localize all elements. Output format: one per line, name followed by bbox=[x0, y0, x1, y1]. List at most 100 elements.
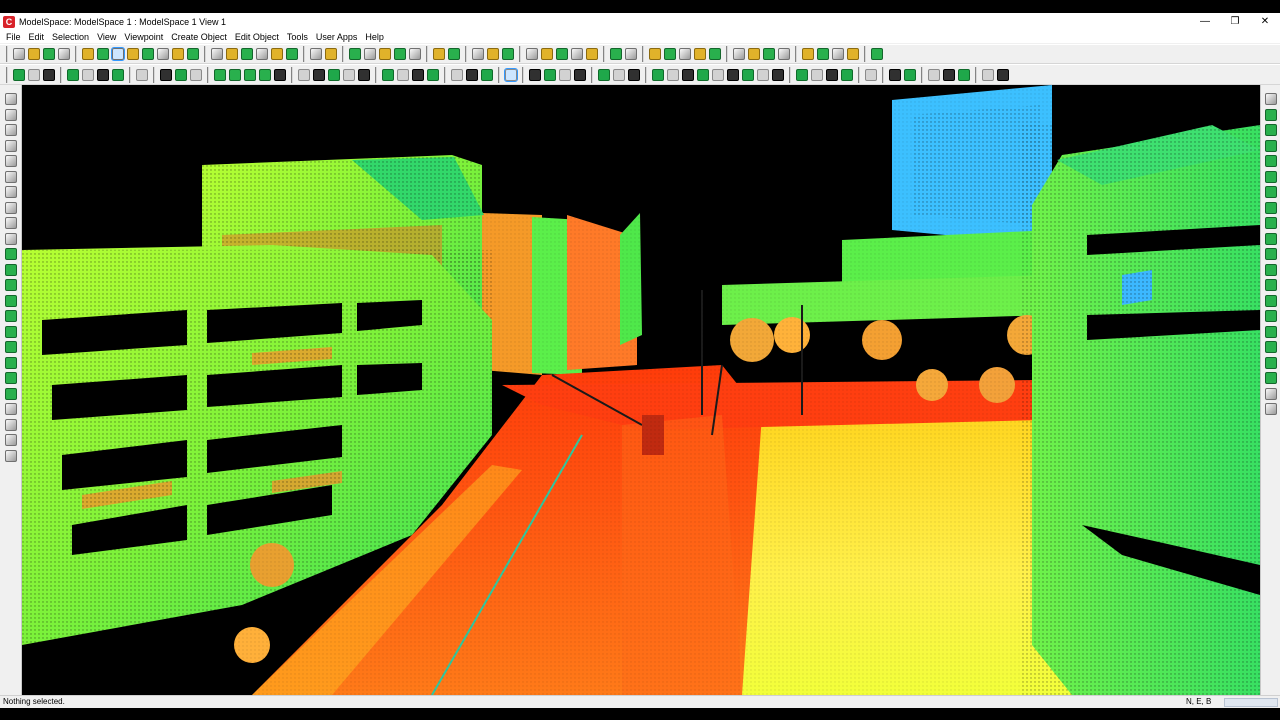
vertex-7-icon[interactable] bbox=[1265, 201, 1277, 214]
pencil-right-icon[interactable] bbox=[1265, 93, 1277, 105]
line-green-9-icon[interactable] bbox=[5, 372, 17, 384]
probe-icon[interactable] bbox=[585, 48, 598, 60]
green-square-3-icon[interactable] bbox=[243, 68, 256, 81]
rectangle-fence-icon[interactable] bbox=[255, 48, 268, 60]
edit-points-icon[interactable] bbox=[342, 68, 355, 81]
line-green-6-icon[interactable] bbox=[5, 325, 17, 338]
cylinder-tool-icon[interactable] bbox=[5, 217, 17, 229]
vertex-10-icon[interactable] bbox=[1265, 248, 1277, 260]
snap-icon[interactable] bbox=[570, 48, 583, 60]
app-logo-icon[interactable]: C bbox=[3, 15, 15, 28]
vertex-3-icon[interactable] bbox=[1265, 139, 1277, 152]
note-icon[interactable] bbox=[825, 68, 838, 81]
line-green-5-icon[interactable] bbox=[5, 310, 17, 322]
render-icon[interactable] bbox=[396, 68, 409, 81]
hand-grab-icon[interactable] bbox=[870, 48, 883, 60]
black-square-icon[interactable] bbox=[273, 68, 286, 81]
arc-tool-icon[interactable] bbox=[5, 155, 17, 167]
tree-icon[interactable] bbox=[648, 48, 661, 60]
point-style-icon[interactable] bbox=[528, 68, 541, 81]
vertex-11-icon[interactable] bbox=[1265, 263, 1277, 276]
up-arrow-icon[interactable] bbox=[503, 67, 518, 82]
scene-icon[interactable] bbox=[135, 68, 148, 81]
zoom-fit-icon[interactable] bbox=[348, 48, 361, 60]
lasso-icon[interactable] bbox=[141, 48, 154, 60]
plane-icon[interactable] bbox=[651, 68, 664, 81]
vertex-9-icon[interactable] bbox=[1265, 232, 1277, 245]
line-green-7-icon[interactable] bbox=[5, 341, 17, 353]
vertex-2-icon[interactable] bbox=[1265, 124, 1277, 136]
camera-flag-icon[interactable] bbox=[831, 48, 844, 60]
menu-file[interactable]: File bbox=[2, 32, 25, 42]
magic-wand-icon[interactable] bbox=[5, 124, 17, 136]
object-tools-icon[interactable] bbox=[312, 68, 325, 81]
grid-icon[interactable] bbox=[159, 68, 172, 81]
sphere-fit-icon[interactable] bbox=[696, 68, 709, 81]
cone-icon[interactable] bbox=[711, 68, 724, 81]
scan-icon[interactable] bbox=[663, 48, 676, 60]
menu-viewpoint[interactable]: Viewpoint bbox=[120, 32, 167, 42]
polyline-tool-icon[interactable] bbox=[5, 139, 17, 152]
chain-icon[interactable] bbox=[981, 68, 994, 81]
zoom-window-icon[interactable] bbox=[363, 48, 376, 60]
line-green-4-icon[interactable] bbox=[5, 294, 17, 307]
sphere-icon[interactable] bbox=[678, 48, 691, 60]
line-green-3-icon[interactable] bbox=[5, 279, 17, 291]
print-icon[interactable] bbox=[57, 48, 70, 60]
fit-icon[interactable] bbox=[762, 48, 775, 60]
open-model-icon[interactable] bbox=[27, 48, 40, 60]
object-icon[interactable] bbox=[693, 48, 706, 60]
save-icon[interactable] bbox=[42, 48, 55, 60]
group-icon[interactable] bbox=[708, 48, 721, 60]
vertex-12-icon[interactable] bbox=[1265, 279, 1277, 291]
render-fill-icon[interactable] bbox=[447, 48, 460, 60]
merge-icon[interactable] bbox=[777, 48, 790, 60]
pan-hand-icon[interactable] bbox=[110, 47, 125, 61]
menu-help[interactable]: Help bbox=[361, 32, 388, 42]
extend-icon[interactable] bbox=[5, 403, 17, 415]
grid-lock-icon[interactable] bbox=[189, 68, 202, 81]
display-icon[interactable] bbox=[12, 68, 25, 81]
move-cross-icon[interactable] bbox=[156, 48, 169, 60]
cursor-icon[interactable] bbox=[111, 68, 124, 81]
select-plus-icon[interactable] bbox=[96, 48, 109, 60]
cylinder-icon[interactable] bbox=[666, 68, 679, 81]
pen-draw-icon[interactable] bbox=[126, 48, 139, 60]
vertex-5-icon[interactable] bbox=[1265, 170, 1277, 183]
line-green-10-icon[interactable] bbox=[5, 387, 17, 400]
circle-fence-icon[interactable] bbox=[270, 48, 283, 60]
cube-view-icon[interactable] bbox=[210, 48, 223, 60]
circle-tool-icon[interactable] bbox=[5, 201, 17, 214]
vertex-14-icon[interactable] bbox=[1265, 310, 1277, 322]
box-icon[interactable] bbox=[681, 68, 694, 81]
vertex-1-icon[interactable] bbox=[1265, 108, 1277, 121]
spline-tool-icon[interactable] bbox=[5, 232, 17, 245]
zoom-extents-icon[interactable] bbox=[378, 48, 391, 60]
sequence-3-icon[interactable] bbox=[957, 68, 970, 81]
axis-z-icon[interactable] bbox=[480, 68, 493, 81]
vertex-18-icon[interactable] bbox=[1265, 372, 1277, 384]
rectangle-tool-icon[interactable] bbox=[5, 170, 17, 183]
orbit-icon[interactable] bbox=[186, 48, 199, 60]
rotate-icon[interactable] bbox=[171, 48, 184, 60]
point-shade-icon[interactable] bbox=[558, 68, 571, 81]
menu-selection[interactable]: Selection bbox=[48, 32, 93, 42]
green-square-1-icon[interactable] bbox=[213, 68, 226, 81]
help-icon[interactable] bbox=[555, 48, 568, 60]
torus-icon[interactable] bbox=[726, 68, 739, 81]
vertex-13-icon[interactable] bbox=[1265, 294, 1277, 307]
zoom-previous-icon[interactable] bbox=[393, 48, 406, 60]
link-icon[interactable] bbox=[66, 68, 79, 81]
menu-user-apps[interactable]: User Apps bbox=[312, 32, 362, 42]
photo-icon[interactable] bbox=[42, 68, 55, 81]
pencil-icon[interactable] bbox=[5, 93, 17, 105]
polyline-icon[interactable] bbox=[996, 68, 1009, 81]
filter-icon[interactable] bbox=[573, 68, 586, 81]
menu-view[interactable]: View bbox=[93, 32, 120, 42]
image-view-icon[interactable] bbox=[27, 68, 40, 81]
tag-icon[interactable] bbox=[357, 68, 370, 81]
offset-icon[interactable] bbox=[5, 434, 17, 446]
color-map-icon[interactable] bbox=[426, 68, 439, 81]
stamp-right-icon[interactable] bbox=[1265, 403, 1277, 415]
branch-icon[interactable] bbox=[732, 48, 745, 60]
